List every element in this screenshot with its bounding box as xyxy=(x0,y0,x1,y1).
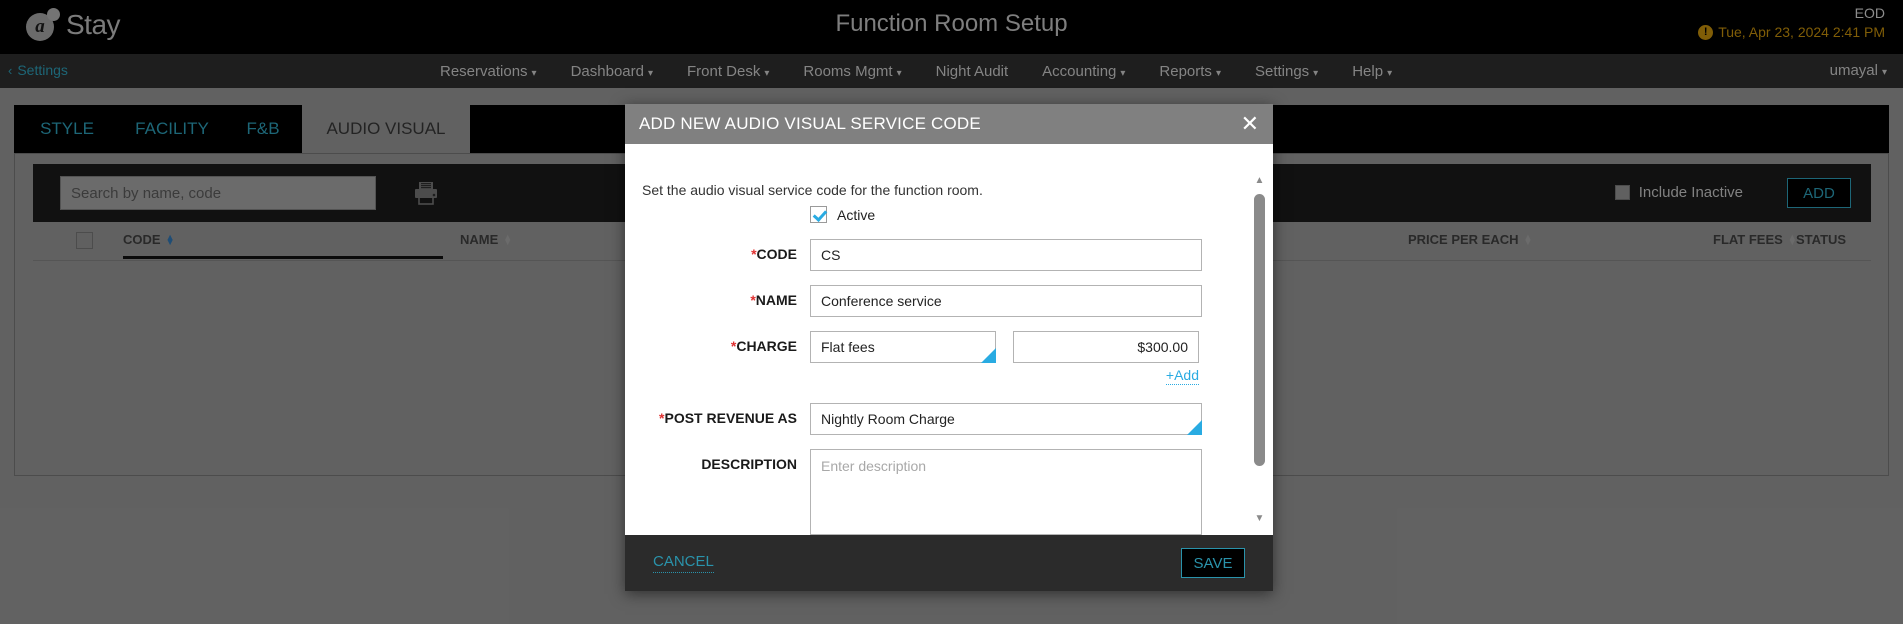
post-revenue-label-text: POST REVENUE AS xyxy=(664,410,797,426)
description-field-row: DESCRIPTION xyxy=(625,449,1250,535)
post-revenue-field-row: *POST REVENUE AS Nightly Room Charge xyxy=(625,403,1250,435)
dropdown-corner-icon xyxy=(1187,420,1202,435)
post-revenue-control: Nightly Room Charge xyxy=(810,403,1202,435)
scroll-up-icon[interactable]: ▲ xyxy=(1252,174,1267,186)
dialog-body: Set the audio visual service code for th… xyxy=(625,144,1273,535)
dialog-intro-text: Set the audio visual service code for th… xyxy=(642,182,983,198)
charge-field-row: *CHARGE Flat fees +Add xyxy=(625,331,1250,385)
name-control xyxy=(810,285,1202,317)
scroll-down-icon[interactable]: ▼ xyxy=(1252,512,1267,524)
active-field-row: Active xyxy=(625,206,1250,223)
dialog-header: ADD NEW AUDIO VISUAL SERVICE CODE ✕ xyxy=(625,104,1273,144)
name-label: *NAME xyxy=(625,285,810,308)
code-input[interactable] xyxy=(810,239,1202,271)
service-code-form: Active *CODE *NAME *CH xyxy=(625,206,1250,535)
name-input[interactable] xyxy=(810,285,1202,317)
active-checkbox[interactable] xyxy=(810,206,827,223)
dialog-footer: CANCEL SAVE xyxy=(625,535,1273,591)
code-label: *CODE xyxy=(625,239,810,262)
description-textarea[interactable] xyxy=(810,449,1202,535)
add-audio-visual-service-code-dialog: ADD NEW AUDIO VISUAL SERVICE CODE ✕ Set … xyxy=(625,104,1273,591)
post-revenue-value: Nightly Room Charge xyxy=(810,403,1202,435)
active-label: Active xyxy=(837,206,876,223)
post-revenue-label: *POST REVENUE AS xyxy=(625,403,810,426)
scrollbar-thumb[interactable] xyxy=(1254,194,1265,466)
code-label-text: CODE xyxy=(756,246,797,262)
charge-control: Flat fees +Add xyxy=(810,331,1199,385)
description-label: DESCRIPTION xyxy=(701,456,797,472)
name-field-row: *NAME xyxy=(625,285,1250,317)
charge-amount-input[interactable] xyxy=(1013,331,1199,363)
charge-type-dropdown[interactable]: Flat fees xyxy=(810,331,996,363)
save-button[interactable]: SAVE xyxy=(1181,548,1245,578)
description-control xyxy=(810,449,1202,535)
dialog-title: ADD NEW AUDIO VISUAL SERVICE CODE xyxy=(639,114,981,133)
dropdown-corner-icon xyxy=(981,348,996,363)
charge-inputs: Flat fees xyxy=(810,331,1199,363)
charge-label: *CHARGE xyxy=(625,331,810,354)
close-icon[interactable]: ✕ xyxy=(1241,113,1259,135)
charge-label-text: CHARGE xyxy=(736,338,797,354)
code-field-row: *CODE xyxy=(625,239,1250,271)
charge-type-value: Flat fees xyxy=(810,331,996,363)
code-control xyxy=(810,239,1202,271)
add-charge-link[interactable]: +Add xyxy=(1165,367,1199,385)
name-label-text: NAME xyxy=(755,292,797,308)
post-revenue-dropdown[interactable]: Nightly Room Charge xyxy=(810,403,1202,435)
cancel-button[interactable]: CANCEL xyxy=(653,553,714,573)
dialog-scrollbar[interactable]: ▲ ▼ xyxy=(1252,174,1267,524)
